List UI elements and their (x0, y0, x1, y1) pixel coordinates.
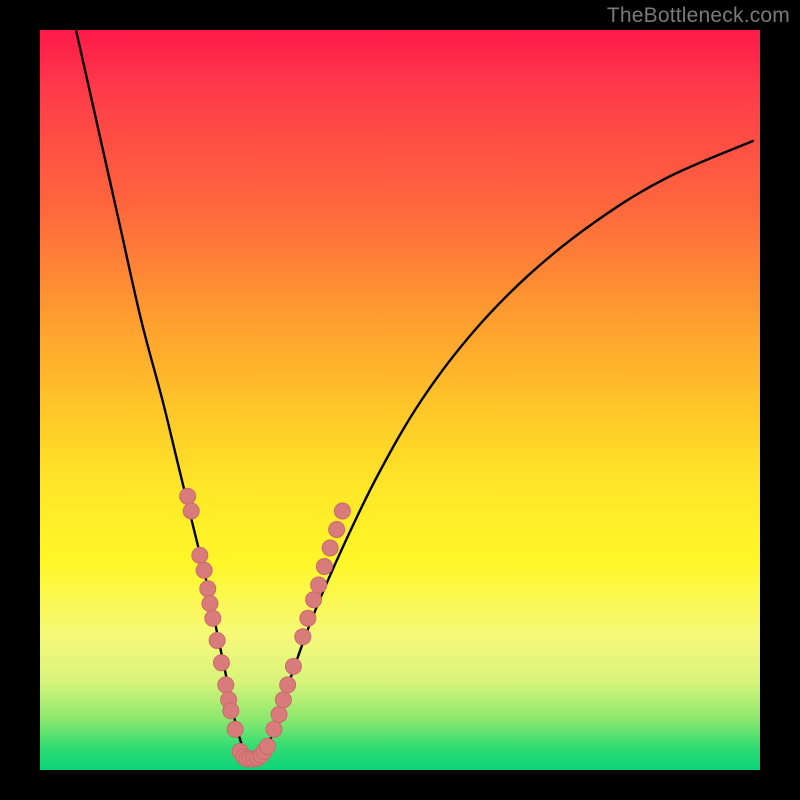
marker-right (300, 610, 316, 626)
marker-left (205, 610, 221, 626)
marker-left (180, 488, 196, 504)
marker-right (271, 707, 287, 723)
marker-right (280, 677, 296, 693)
marker-right (285, 658, 301, 674)
marker-left (196, 562, 212, 578)
marker-left (223, 703, 239, 719)
marker-right (266, 721, 282, 737)
marker-left (192, 547, 208, 563)
marker-left (202, 596, 218, 612)
marker-right (322, 540, 338, 556)
marker-right (295, 629, 311, 645)
bottleneck-curve (76, 30, 753, 761)
marker-left (213, 655, 229, 671)
marker-left (200, 581, 216, 597)
marker-right (275, 692, 291, 708)
marker-right (311, 577, 327, 593)
plot-area (40, 30, 760, 770)
marker-left (227, 721, 243, 737)
marker-right (306, 592, 322, 608)
marker-bottom (260, 738, 276, 754)
chart-svg (40, 30, 760, 770)
marker-left (183, 503, 199, 519)
marker-left (218, 677, 234, 693)
chart-frame: TheBottleneck.com (0, 0, 800, 800)
marker-group (180, 488, 351, 767)
marker-right (334, 503, 350, 519)
marker-right (316, 559, 332, 575)
marker-left (209, 633, 225, 649)
watermark-text: TheBottleneck.com (607, 4, 790, 28)
marker-right (329, 522, 345, 538)
